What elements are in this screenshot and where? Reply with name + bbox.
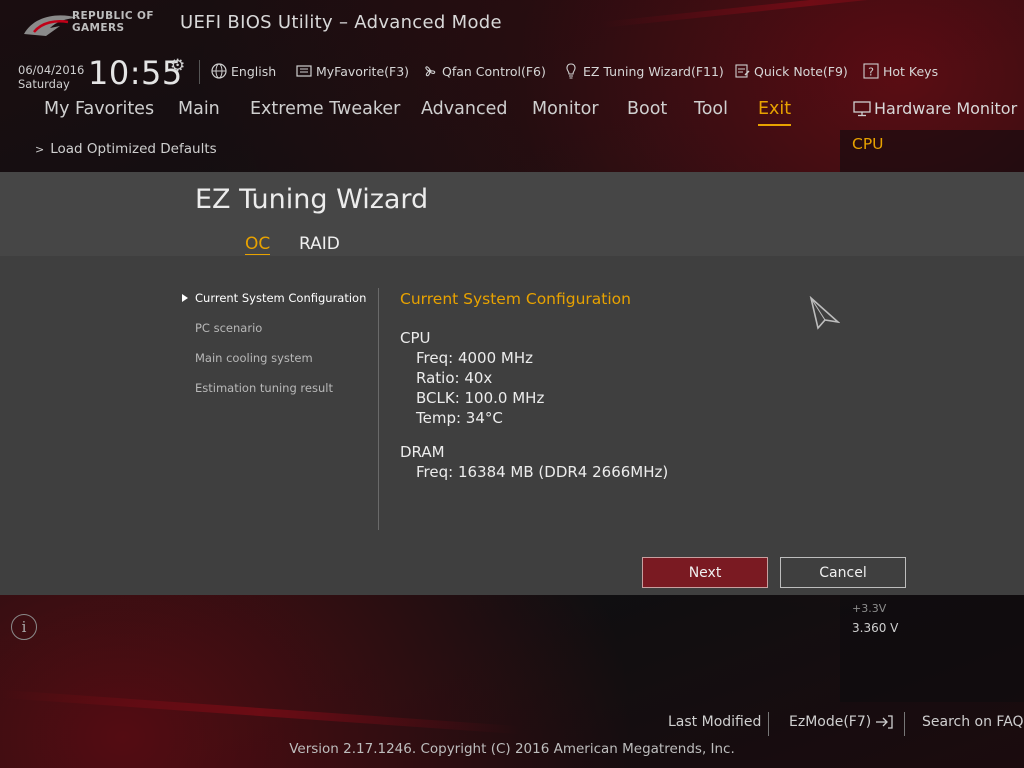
current-step-arrow-icon [182,294,188,302]
tab-extreme-tweaker[interactable]: Extreme Tweaker [250,99,400,119]
ezmode-button[interactable]: EzMode(F7) [789,714,894,730]
cpu-temp: Temp: 34°C [416,409,503,427]
mouse-cursor-icon [809,296,840,330]
tab-monitor[interactable]: Monitor [532,99,599,119]
svg-text:?: ? [868,66,874,79]
tab-advanced[interactable]: Advanced [421,99,507,119]
toolbar-quick-note-label: Quick Note(F9) [754,63,848,79]
voltage-label: +3.3V [852,602,887,615]
toolbar-language-label: English [231,63,277,79]
tab-boot[interactable]: Boot [627,99,667,119]
search-faq-button[interactable]: Search on FAQ [922,714,1024,730]
toolbar-hot-keys[interactable]: ? Hot Keys [862,62,938,80]
lightbulb-icon [566,63,576,79]
globe-icon [211,63,227,79]
toolbar-divider [199,60,200,84]
last-modified-button[interactable]: Last Modified [668,714,761,730]
footer-divider [904,712,905,736]
hardware-monitor-cpu-heading: CPU [852,135,884,153]
next-button[interactable]: Next [642,557,768,588]
tab-tool[interactable]: Tool [694,99,728,119]
copyright-text: Version 2.17.1246. Copyright (C) 2016 Am… [289,741,735,757]
cpu-ratio: Ratio: 40x [416,369,493,387]
cpu-heading: CPU [400,329,431,347]
chevron-right-icon: > [35,143,45,156]
tab-oc[interactable]: OC [245,234,271,255]
voltage-value: 3.360 V [852,621,899,635]
logo-text: REPUBLIC OF GAMERS [72,10,154,34]
step-pc-scenario: PC scenario [195,321,263,335]
tab-my-favorites[interactable]: My Favorites [44,99,154,119]
toolbar-myfavorite-label: MyFavorite(F3) [316,63,410,79]
toolbar-myfavorite[interactable]: MyFavorite(F3) [295,62,409,80]
exit-arrow-icon [876,715,893,729]
footer-divider [768,712,769,736]
step-estimation-tuning-result: Estimation tuning result [195,381,333,395]
toolbar-hot-keys-label: Hot Keys [883,63,939,79]
help-icon: ? [863,63,879,79]
cancel-button[interactable]: Cancel [780,557,906,588]
monitor-icon [853,100,871,116]
step-main-cooling-system: Main cooling system [195,351,313,365]
toolbar-qfan-label: Qfan Control(F6) [442,63,546,79]
cpu-bclk: BCLK: 100.0 MHz [416,389,545,407]
info-icon[interactable]: i [11,614,37,640]
dram-heading: DRAM [400,443,445,461]
dram-freq: Freq: 16384 MB (DDR4 2666MHz) [416,463,669,481]
step-current-system-configuration: Current System Configuration [195,291,367,305]
date-display: 06/04/2016 Saturday [18,63,85,91]
ezmode-label: EzMode(F7) [789,714,872,730]
gear-icon[interactable]: ⚙ [170,56,185,76]
favorite-icon [296,65,312,77]
toolbar-language[interactable]: English [210,62,276,80]
toolbar-ez-tuning[interactable]: EZ Tuning Wizard(F11) [562,62,724,80]
wizard-title: EZ Tuning Wizard [195,184,429,215]
hardware-monitor-title: Hardware Monitor [852,99,1017,118]
wizard-header [0,172,1024,256]
tab-raid[interactable]: RAID [299,234,340,254]
toolbar-ez-tuning-label: EZ Tuning Wizard(F11) [583,63,724,79]
tab-exit[interactable]: Exit [758,99,792,126]
toolbar-qfan[interactable]: Qfan Control(F6) [421,62,546,80]
fan-icon [425,66,436,77]
cpu-freq: Freq: 4000 MHz [416,349,533,367]
tab-main[interactable]: Main [178,99,220,119]
wizard-divider [378,288,379,530]
note-icon [735,64,750,78]
app-title: UEFI BIOS Utility – Advanced Mode [180,12,502,33]
load-optimized-defaults-item[interactable]: > Load Optimized Defaults [35,141,217,157]
clock-display: 10:55 [88,54,183,92]
config-title: Current System Configuration [400,290,631,308]
toolbar-quick-note[interactable]: Quick Note(F9) [733,62,848,80]
